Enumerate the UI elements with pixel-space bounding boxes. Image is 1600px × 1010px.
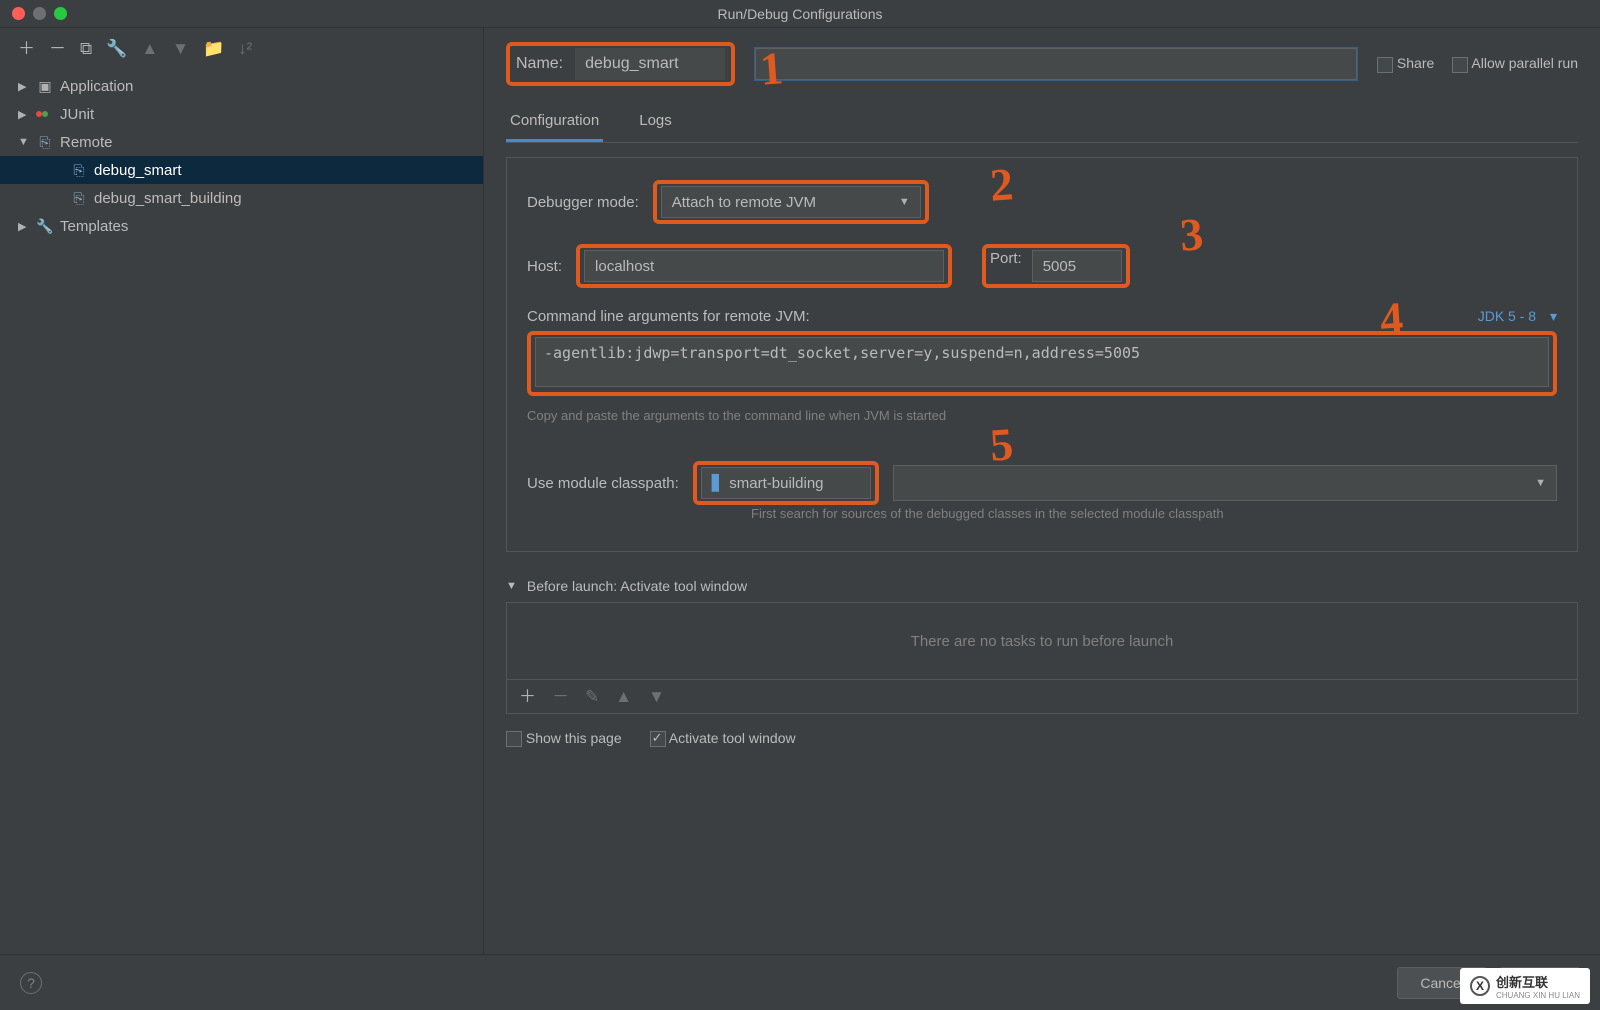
name-input-ext[interactable] bbox=[755, 48, 1357, 80]
module-icon: ▋ bbox=[712, 474, 724, 492]
remove-icon[interactable]: － bbox=[552, 688, 569, 705]
close-window-icon[interactable] bbox=[12, 7, 25, 20]
minimize-window-icon[interactable] bbox=[33, 7, 46, 20]
module-classpath-select[interactable]: ▼ bbox=[893, 465, 1557, 501]
sidebar-toolbar: ＋ － ⧉ 🔧 ▲ ▼ 📁 ↓² bbox=[0, 28, 483, 68]
module-highlight: ▋ smart-building bbox=[693, 461, 879, 505]
port-highlight: Port: bbox=[982, 244, 1130, 288]
watermark: X 创新互联 CHUANG XIN HU LIAN bbox=[1460, 968, 1590, 1004]
tree-label: Remote bbox=[60, 134, 113, 151]
share-label: Share bbox=[1397, 55, 1434, 71]
cmd-args-highlight: -agentlib:jdwp=transport=dt_socket,serve… bbox=[527, 331, 1557, 396]
config-panel: Name: Share Allow parallel run Configura… bbox=[484, 28, 1600, 954]
watermark-brand: 创新互联 bbox=[1496, 972, 1580, 991]
plug-icon: ⎘ bbox=[70, 190, 88, 207]
allow-parallel-label: Allow parallel run bbox=[1471, 55, 1578, 71]
tree-label: Application bbox=[60, 78, 133, 95]
window-controls bbox=[0, 7, 67, 20]
config-tabs: Configuration Logs bbox=[506, 104, 1578, 143]
module-classpath-hint: First search for sources of the debugged… bbox=[751, 505, 1271, 523]
move-up-icon[interactable]: ▲ bbox=[615, 688, 632, 705]
cmd-args-hint: Copy and paste the arguments to the comm… bbox=[527, 408, 1557, 423]
cmd-args-label: Command line arguments for remote JVM: bbox=[527, 308, 810, 325]
module-value: smart-building bbox=[729, 475, 823, 492]
tree-item-debug-smart[interactable]: ⎘ debug_smart bbox=[0, 156, 483, 184]
window-title: Run/Debug Configurations bbox=[0, 6, 1600, 22]
debugger-mode-select[interactable]: Attach to remote JVM ▼ bbox=[661, 186, 921, 218]
tree-item-templates[interactable]: ▶ 🔧 Templates bbox=[0, 212, 483, 240]
show-this-page-label: Show this page bbox=[526, 730, 622, 746]
titlebar: Run/Debug Configurations bbox=[0, 0, 1600, 28]
config-tree: ▶ ▣ Application ▶ JUnit ▼ ⎘ Remote ⎘ deb… bbox=[0, 68, 483, 240]
configuration-form: Debugger mode: Attach to remote JVM ▼ Ho… bbox=[506, 157, 1578, 552]
chevron-down-icon: ▼ bbox=[506, 580, 517, 592]
before-launch-tasks: There are no tasks to run before launch bbox=[506, 602, 1578, 680]
before-launch-label: Before launch: Activate tool window bbox=[527, 578, 747, 594]
remove-icon[interactable]: － bbox=[49, 40, 66, 57]
dialog-footer: ? Cancel Apply bbox=[0, 954, 1600, 1010]
name-label: Name: bbox=[516, 55, 563, 73]
activate-tool-window-checkbox[interactable]: Activate tool window bbox=[650, 730, 796, 747]
module-select-inner: ▋ smart-building bbox=[701, 467, 871, 499]
wrench-icon[interactable]: 🔧 bbox=[106, 40, 127, 57]
add-icon[interactable]: ＋ bbox=[519, 688, 536, 705]
tree-item-debug-smart-building[interactable]: ⎘ debug_smart_building bbox=[0, 184, 483, 212]
chevron-right-icon: ▶ bbox=[18, 108, 30, 121]
move-down-icon[interactable]: ▼ bbox=[648, 688, 665, 705]
host-input[interactable] bbox=[584, 250, 944, 282]
remote-icon: ⎘ bbox=[36, 134, 54, 151]
plug-icon: ⎘ bbox=[70, 162, 88, 179]
jdk-version-link[interactable]: JDK 5 - 8 ▾ bbox=[1478, 308, 1557, 325]
name-highlight: Name: bbox=[506, 42, 735, 86]
cmd-args-field[interactable]: -agentlib:jdwp=transport=dt_socket,serve… bbox=[535, 337, 1549, 387]
wrench-icon: 🔧 bbox=[36, 218, 54, 235]
tree-label: debug_smart_building bbox=[94, 190, 242, 207]
add-icon[interactable]: ＋ bbox=[18, 40, 35, 57]
sort-icon[interactable]: ↓² bbox=[238, 40, 252, 57]
copy-icon[interactable]: ⧉ bbox=[80, 40, 92, 57]
tree-item-junit[interactable]: ▶ JUnit bbox=[0, 100, 483, 128]
tree-label: debug_smart bbox=[94, 162, 182, 179]
move-down-icon[interactable]: ▼ bbox=[172, 40, 189, 57]
chevron-down-icon: ▾ bbox=[1550, 308, 1557, 324]
before-launch-toolbar: ＋ － ✎ ▲ ▼ bbox=[506, 680, 1578, 714]
chevron-down-icon: ▼ bbox=[1535, 477, 1546, 489]
watermark-sub: CHUANG XIN HU LIAN bbox=[1496, 991, 1580, 1000]
tab-logs[interactable]: Logs bbox=[635, 104, 676, 142]
zoom-window-icon[interactable] bbox=[54, 7, 67, 20]
edit-icon[interactable]: ✎ bbox=[585, 688, 599, 705]
chevron-down-icon: ▼ bbox=[899, 196, 910, 208]
no-tasks-text: There are no tasks to run before launch bbox=[911, 633, 1174, 650]
activate-tool-window-label: Activate tool window bbox=[669, 730, 796, 746]
chevron-right-icon: ▶ bbox=[18, 80, 30, 93]
tab-configuration[interactable]: Configuration bbox=[506, 104, 603, 142]
junit-icon bbox=[36, 111, 54, 117]
move-up-icon[interactable]: ▲ bbox=[141, 40, 158, 57]
folder-icon[interactable]: 📁 bbox=[203, 40, 224, 57]
port-input[interactable] bbox=[1032, 250, 1122, 282]
debugger-mode-value: Attach to remote JVM bbox=[672, 194, 816, 211]
watermark-logo-icon: X bbox=[1470, 976, 1490, 996]
module-classpath-label: Use module classpath: bbox=[527, 475, 679, 492]
allow-parallel-checkbox[interactable]: Allow parallel run bbox=[1452, 55, 1578, 72]
tree-item-remote[interactable]: ▼ ⎘ Remote bbox=[0, 128, 483, 156]
jdk-link-text: JDK 5 - 8 bbox=[1478, 308, 1536, 324]
debugger-mode-label: Debugger mode: bbox=[527, 194, 639, 211]
help-button[interactable]: ? bbox=[20, 972, 42, 994]
chevron-right-icon: ▶ bbox=[18, 220, 30, 233]
share-checkbox[interactable]: Share bbox=[1377, 55, 1434, 72]
show-this-page-checkbox[interactable]: Show this page bbox=[506, 730, 622, 747]
chevron-down-icon: ▼ bbox=[18, 136, 30, 148]
name-input[interactable] bbox=[575, 48, 725, 80]
host-highlight bbox=[576, 244, 952, 288]
tree-item-application[interactable]: ▶ ▣ Application bbox=[0, 72, 483, 100]
before-launch-header[interactable]: ▼ Before launch: Activate tool window bbox=[506, 578, 1578, 594]
port-label: Port: bbox=[990, 250, 1022, 282]
sidebar: ＋ － ⧉ 🔧 ▲ ▼ 📁 ↓² ▶ ▣ Application ▶ JUnit bbox=[0, 28, 484, 954]
application-icon: ▣ bbox=[36, 78, 54, 95]
debugger-mode-highlight: Attach to remote JVM ▼ bbox=[653, 180, 929, 224]
tree-label: Templates bbox=[60, 218, 128, 235]
host-label: Host: bbox=[527, 258, 562, 275]
tree-label: JUnit bbox=[60, 106, 94, 123]
